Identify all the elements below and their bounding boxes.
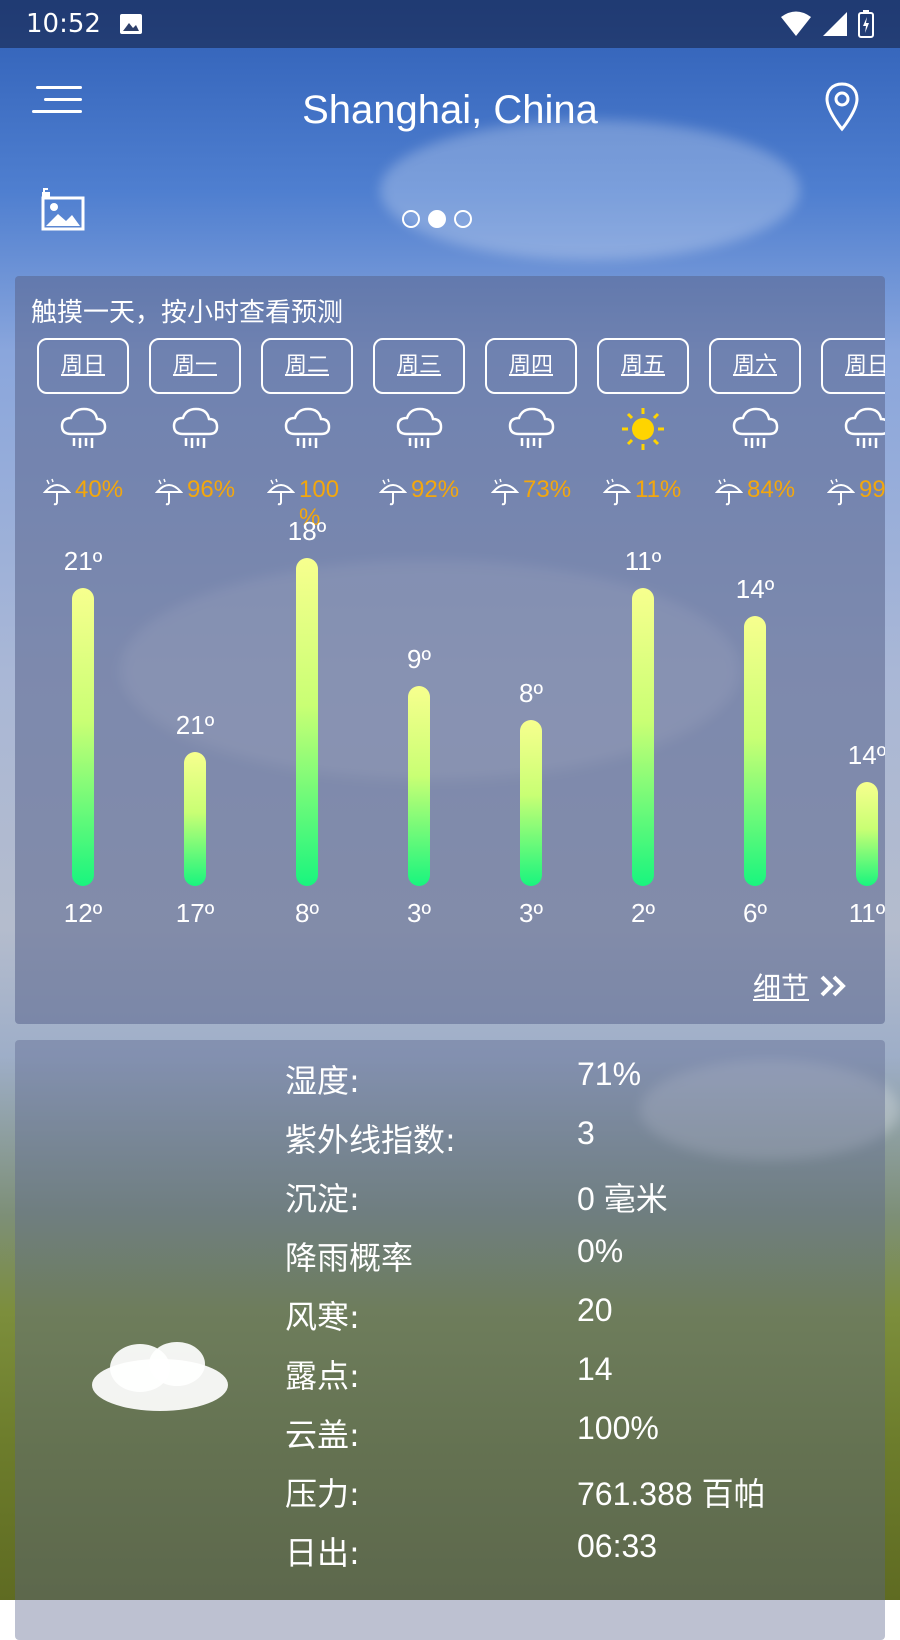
forecast-hint: 触摸一天，按小时查看预测 xyxy=(31,298,344,328)
rain-cloud-icon xyxy=(843,406,885,456)
precip-chance-value: 92% xyxy=(411,476,460,503)
detail-label: 压力: xyxy=(285,1475,360,1513)
detail-label: 紫外线指数: xyxy=(285,1121,456,1159)
precip-chance-value: 96% xyxy=(187,476,236,503)
rain-cloud-icon xyxy=(731,406,779,456)
daily-forecast-panel[interactable]: 触摸一天，按小时查看预测 周日 40% 21º 12º 周一 96% 21º 17º 周二 100… xyxy=(15,276,885,1024)
detail-label: 沉淀: xyxy=(285,1180,360,1218)
day-tab-0[interactable]: 周日 xyxy=(37,338,129,394)
temperature-bar xyxy=(296,558,318,886)
day-tab-2[interactable]: 周二 xyxy=(261,338,353,394)
low-temp-label: 11º xyxy=(848,898,885,928)
double-chevron-right-icon xyxy=(820,975,846,997)
low-temp-label: 17º xyxy=(175,898,215,928)
precip-chance-value: 84% xyxy=(747,476,796,503)
detail-label: 露点: xyxy=(285,1357,360,1395)
wifi-icon xyxy=(781,11,811,36)
rain-cloud-icon xyxy=(59,406,107,456)
page-dot-2[interactable] xyxy=(428,210,446,228)
high-temp-label: 21º xyxy=(63,546,103,576)
temperature-bar xyxy=(632,588,654,886)
precip-chance: 40% xyxy=(43,476,123,506)
precip-chance: 73% xyxy=(491,476,571,506)
battery-icon xyxy=(858,10,874,38)
temperature-bar xyxy=(744,616,766,886)
precip-chance: 96% xyxy=(155,476,235,506)
detail-value: 71% xyxy=(577,1056,642,1092)
high-temp-label: 9º xyxy=(407,644,431,674)
day-tab-7[interactable]: 周日 xyxy=(821,338,885,394)
detail-label: 湿度: xyxy=(285,1062,360,1100)
image-notification-icon xyxy=(119,14,142,34)
low-temp-label: 3º xyxy=(519,898,543,928)
day-tab-3[interactable]: 周三 xyxy=(373,338,465,394)
high-temp-label: 14º xyxy=(847,740,885,770)
low-temp-label: 2º xyxy=(631,898,655,928)
day-tab-4[interactable]: 周四 xyxy=(485,338,577,394)
precip-chance: 84% xyxy=(715,476,795,506)
city-title: Shanghai, China xyxy=(302,88,598,132)
detail-label: 降雨概率 xyxy=(285,1239,414,1277)
temperature-bar xyxy=(184,752,206,886)
precip-chance-value: 99 xyxy=(859,476,885,503)
sun-icon xyxy=(619,406,667,456)
cloud-icon xyxy=(92,1342,228,1411)
precip-chance: 92% xyxy=(379,476,459,506)
current-conditions-panel: 湿度: 71% 紫外线指数: 3 沉淀: 0 毫米降雨概率 0% 风寒: 20 露点: 14 云盖: 1… xyxy=(15,1040,885,1640)
day-tab-6[interactable]: 周六 xyxy=(709,338,801,394)
signal-icon xyxy=(823,12,847,36)
rain-cloud-icon xyxy=(283,406,331,456)
details-label: 细节 xyxy=(752,971,809,1004)
precip-chance-value: 73% xyxy=(523,476,572,503)
detail-value: 761.388 百帕 xyxy=(577,1476,766,1512)
low-temp-label: 6º xyxy=(743,898,767,928)
high-temp-label: 18º xyxy=(287,516,327,546)
page-indicator xyxy=(402,210,472,228)
detail-value: 0% xyxy=(577,1233,624,1269)
day-tab-5[interactable]: 周五 xyxy=(597,338,689,394)
app-header: Shanghai, China xyxy=(0,70,900,150)
temperature-bar xyxy=(72,588,94,886)
page-dot-3[interactable] xyxy=(454,210,472,228)
detail-value: 3 xyxy=(577,1115,595,1151)
temperature-bar xyxy=(408,686,430,886)
detail-value: 100% xyxy=(577,1410,659,1446)
detail-value: 20 xyxy=(577,1292,613,1328)
precip-chance-value: 11% xyxy=(635,476,682,503)
detail-value: 14 xyxy=(577,1351,613,1387)
detail-label: 日出: xyxy=(285,1534,360,1572)
temperature-bar xyxy=(856,782,878,886)
detail-value: 06:33 xyxy=(577,1528,658,1564)
page-dot-1[interactable] xyxy=(402,210,420,228)
rain-cloud-icon xyxy=(171,406,219,456)
precip-chance: 99 xyxy=(827,476,885,506)
status-time: 10:52 xyxy=(26,9,101,39)
high-temp-label: 11º xyxy=(624,546,662,576)
precip-chance: 11% xyxy=(603,476,681,506)
rain-cloud-icon xyxy=(507,406,555,456)
high-temp-label: 8º xyxy=(519,678,543,708)
detail-value: 0 毫米 xyxy=(577,1181,668,1217)
low-temp-label: 12º xyxy=(63,898,103,928)
details-link[interactable]: 细节 xyxy=(753,966,849,1006)
detail-label: 风寒: xyxy=(285,1298,360,1336)
low-temp-label: 3º xyxy=(407,898,431,928)
high-temp-label: 14º xyxy=(735,574,775,604)
detail-label: 云盖: xyxy=(285,1416,360,1454)
day-tab-1[interactable]: 周一 xyxy=(149,338,241,394)
rain-cloud-icon xyxy=(395,406,443,456)
change-background-icon[interactable] xyxy=(40,188,86,232)
status-bar: 10:52 xyxy=(0,0,900,48)
temperature-bar xyxy=(520,720,542,886)
low-temp-label: 8º xyxy=(295,898,319,928)
precip-chance-value: 40% xyxy=(75,476,124,503)
location-pin-icon[interactable] xyxy=(824,82,860,132)
high-temp-label: 21º xyxy=(175,710,215,740)
